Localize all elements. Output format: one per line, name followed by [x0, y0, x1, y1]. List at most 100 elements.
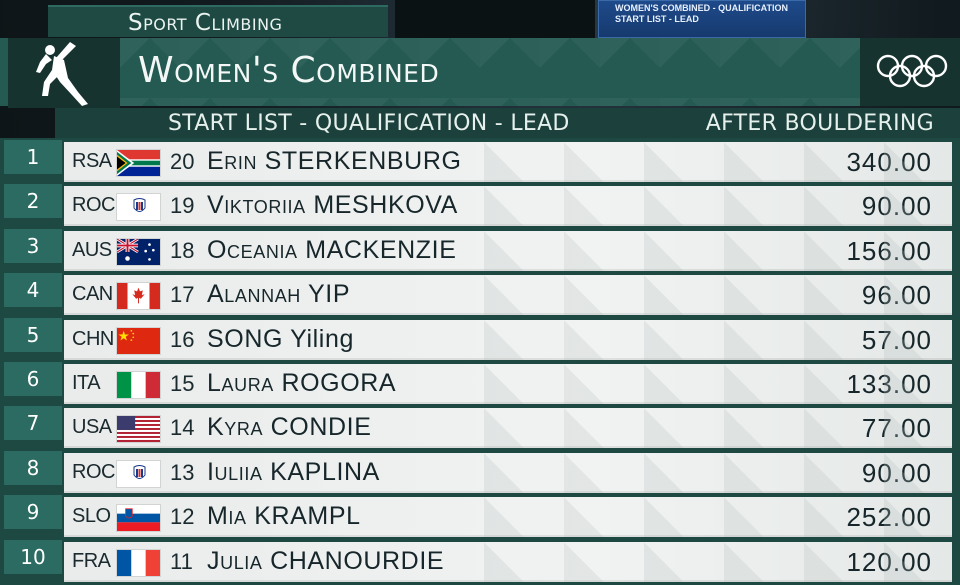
athlete-first-name: SONG — [207, 324, 284, 353]
athlete-last-name: Yiling — [290, 324, 354, 353]
table-row: 5 CHN 16 SONG Yiling 57.00 — [0, 317, 960, 362]
sport-climbing-pictogram-icon — [36, 42, 88, 106]
bib-number: 12 — [170, 504, 195, 530]
athlete-panel: ROC 19 Viktoriia MESHKOVA 90.00 — [64, 186, 952, 227]
table-row: 8 ROC 13 Iuliia KAPLINA 90.00 — [0, 450, 960, 495]
athlete-last-name: KRAMPL — [254, 502, 361, 531]
bib-number: 13 — [170, 459, 195, 485]
score-value: 133.00 — [846, 369, 932, 399]
rank-badge: 4 — [4, 273, 62, 308]
table-row: 9 SLO 12 Mia KRAMPL 252.00 — [0, 495, 960, 539]
rank-badge: 8 — [4, 450, 62, 485]
athlete-panel: AUS 18 Oceania MACKENZIE 156.00 — [64, 230, 952, 271]
venue-screen: WOMEN'S COMBINED - QUALIFICATION START L… — [598, 0, 806, 38]
can-flag-icon — [116, 282, 161, 311]
slo-flag-icon — [116, 504, 161, 533]
athlete-last-name: KAPLINA — [270, 457, 380, 486]
venue-screen-line2: START LIST - LEAD — [615, 14, 699, 24]
athlete-panel: ROC 13 Iuliia KAPLINA 90.00 — [64, 452, 952, 493]
table-row: 6 ITA 15 Laura ROGORA 133.00 — [0, 362, 960, 406]
venue-screen-line1: WOMEN'S COMBINED - QUALIFICATION — [615, 3, 788, 13]
athlete-last-name: YIP — [308, 280, 351, 309]
noc-code: RSA — [72, 150, 112, 172]
athlete-last-name: ROGORA — [281, 369, 397, 397]
noc-code: ITA — [72, 372, 101, 394]
table-row: 3 AUS 18 Oceania MACKENZIE 156.00 — [0, 228, 960, 273]
athlete-first-name: Mia — [207, 502, 247, 531]
score-value: 90.00 — [861, 191, 932, 222]
table-row: 7 USA 14 Kyra CONDIE 77.00 — [0, 406, 960, 450]
athlete-name: Erin STERKENBURG — [207, 147, 462, 176]
bib-number: 20 — [170, 149, 195, 174]
bib-number: 11 — [170, 548, 193, 574]
noc-code: AUS — [72, 238, 112, 261]
athlete-last-name: STERKENBURG — [264, 147, 462, 175]
noc-code: FRA — [72, 549, 111, 572]
rank-badge: 3 — [4, 228, 62, 263]
roc-flag-icon — [116, 459, 161, 488]
rank-badge: 10 — [4, 539, 62, 574]
rank-badge: 1 — [4, 140, 62, 174]
sport-tab: Sport Climbing — [48, 5, 388, 37]
rings-box — [860, 38, 960, 106]
athlete-last-name: CHANOURDIE — [270, 546, 445, 575]
chn-flag-icon — [116, 326, 161, 355]
score-value: 252.00 — [846, 502, 932, 533]
score-value: 57.00 — [861, 324, 932, 355]
score-value: 120.00 — [846, 546, 932, 577]
athlete-last-name: MACKENZIE — [305, 235, 457, 264]
column-label: AFTER BOULDERING — [705, 111, 934, 136]
table-row: 4 CAN 17 Alannah YIP 96.00 — [0, 273, 960, 317]
athlete-panel: CAN 17 Alannah YIP 96.00 — [64, 275, 952, 316]
sport-name: Sport Climbing — [128, 10, 283, 36]
roc-flag-icon — [116, 193, 161, 222]
athlete-name: Julia CHANOURDIE — [207, 547, 444, 576]
athlete-panel: FRA 11 Julia CHANOURDIE 120.00 — [64, 541, 952, 582]
rank-badge: 5 — [4, 317, 62, 352]
athlete-name: Laura ROGORA — [207, 369, 396, 398]
athlete-first-name: Laura — [207, 369, 274, 397]
bib-number: 18 — [170, 237, 195, 263]
score-value: 96.00 — [861, 280, 932, 311]
noc-code: ROC — [72, 194, 115, 217]
athlete-first-name: Kyra — [207, 413, 264, 442]
fra-flag-icon — [116, 548, 161, 577]
athlete-name: Kyra CONDIE — [207, 413, 371, 442]
usa-flag-icon — [116, 415, 161, 444]
table-row: 2 ROC 19 Viktoriia MESHKOVA 90.00 — [0, 184, 960, 228]
pictogram-box — [8, 38, 120, 108]
table-row: 1 RSA 20 Erin STERKENBURG 340.00 — [0, 140, 960, 184]
athlete-first-name: Iuliia — [207, 457, 263, 486]
noc-code: CHN — [72, 327, 114, 350]
bib-number: 14 — [170, 415, 195, 441]
rsa-flag-icon — [116, 149, 161, 177]
rank-badge: 7 — [4, 406, 62, 441]
athlete-name: Viktoriia MESHKOVA — [207, 191, 458, 220]
athlete-panel: USA 14 Kyra CONDIE 77.00 — [64, 408, 952, 449]
athlete-last-name: CONDIE — [270, 413, 372, 442]
noc-code: USA — [72, 416, 112, 439]
bib-number: 15 — [170, 371, 195, 396]
bib-number: 19 — [170, 193, 195, 219]
score-value: 156.00 — [846, 235, 932, 266]
olympic-rings-icon — [876, 54, 948, 88]
noc-code: SLO — [72, 505, 111, 528]
athlete-first-name: Julia — [207, 546, 263, 575]
rank-badge: 6 — [4, 362, 62, 396]
noc-code: CAN — [72, 283, 113, 306]
score-value: 77.00 — [861, 413, 932, 444]
list-subtitle: START LIST - QUALIFICATION - LEAD — [168, 111, 570, 136]
athlete-first-name: Oceania — [207, 235, 298, 264]
athlete-name: Iuliia KAPLINA — [207, 458, 380, 487]
aus-flag-icon — [116, 237, 161, 266]
noc-code: ROC — [72, 460, 115, 483]
page-title: Women's Combined — [138, 50, 440, 91]
rank-badge: 9 — [4, 495, 62, 530]
score-value: 340.00 — [846, 147, 932, 177]
athlete-panel: CHN 16 SONG Yiling 57.00 — [64, 319, 952, 360]
athlete-name: Oceania MACKENZIE — [207, 236, 456, 265]
athlete-last-name: MESHKOVA — [313, 191, 458, 220]
athlete-first-name: Alannah — [207, 280, 301, 309]
athlete-panel: SLO 12 Mia KRAMPL 252.00 — [64, 497, 952, 538]
athlete-first-name: Viktoriia — [207, 191, 306, 220]
